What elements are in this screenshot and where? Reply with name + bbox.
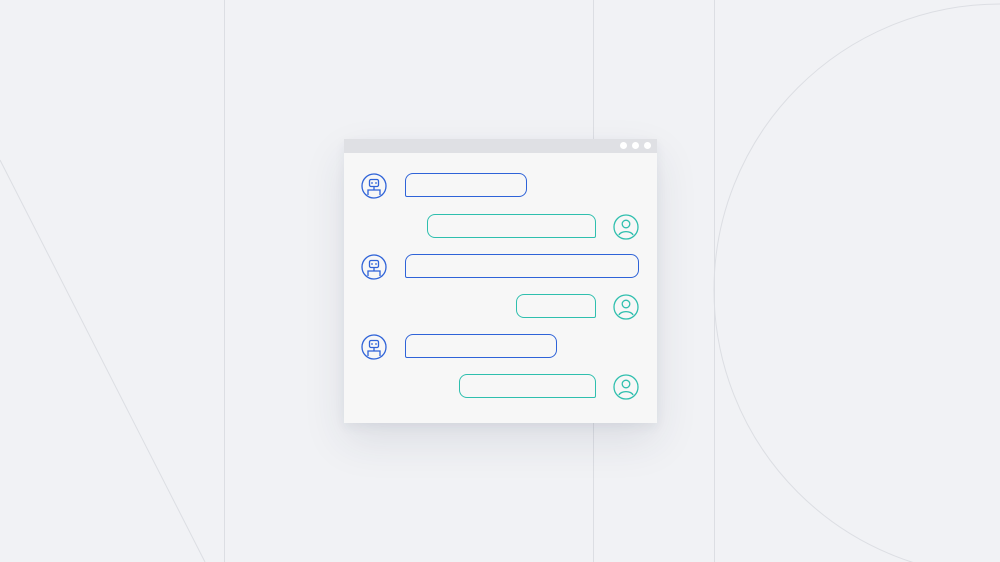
- chat-window: [344, 139, 657, 423]
- robot-icon: [361, 254, 387, 280]
- bot-message-bubble: [405, 334, 557, 358]
- user-message-bubble: [427, 214, 596, 238]
- bot-message-bubble: [405, 173, 527, 197]
- chat-thread: [344, 139, 657, 423]
- robot-icon: [361, 334, 387, 360]
- user-icon: [613, 374, 639, 400]
- user-icon: [613, 294, 639, 320]
- illustration-stage: [0, 0, 1000, 562]
- robot-icon: [361, 173, 387, 199]
- user-message-bubble: [516, 294, 596, 318]
- user-message-bubble: [459, 374, 596, 398]
- bot-message-bubble: [405, 254, 639, 278]
- user-icon: [613, 214, 639, 240]
